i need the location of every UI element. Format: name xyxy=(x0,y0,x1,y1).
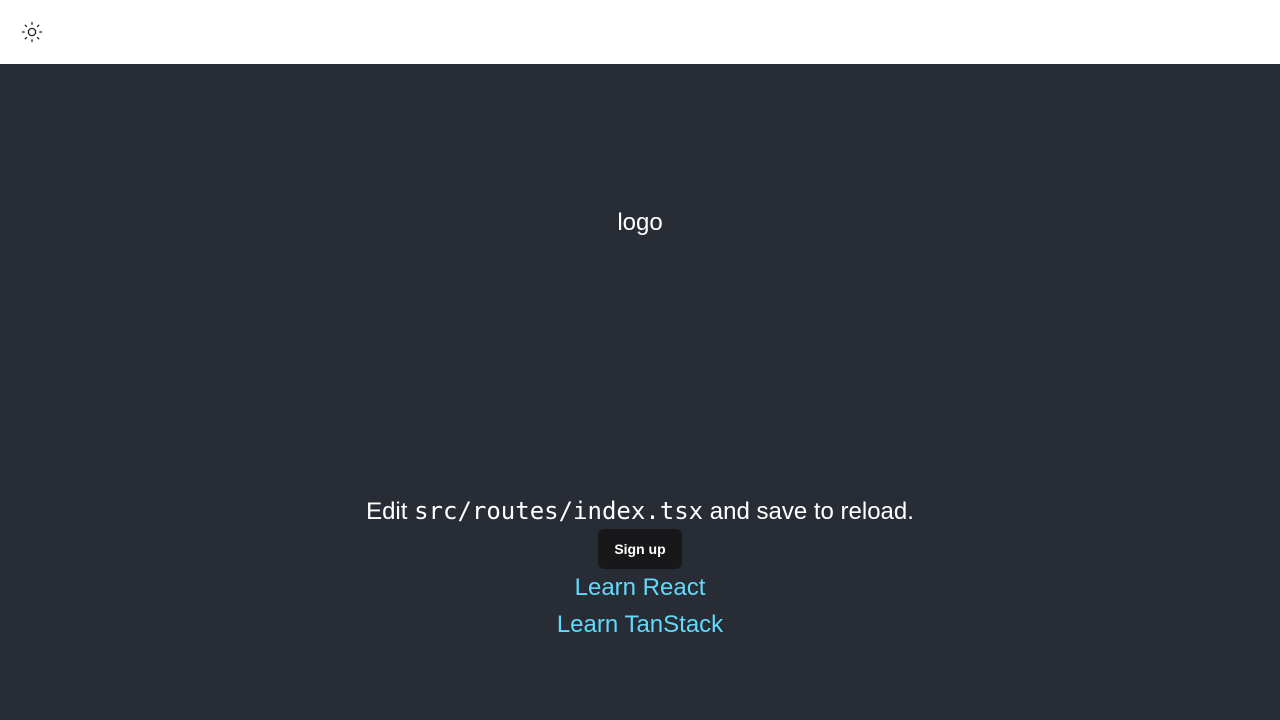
content-column: Edit src/routes/index.tsx and save to re… xyxy=(0,494,1280,643)
edit-instructions: Edit src/routes/index.tsx and save to re… xyxy=(366,494,914,529)
learn-react-link[interactable]: Learn React xyxy=(575,569,706,606)
app-logo: logo xyxy=(617,209,663,236)
learn-tanstack-link[interactable]: Learn TanStack xyxy=(557,606,723,643)
theme-toggle-button[interactable] xyxy=(16,17,48,49)
edit-prefix: Edit xyxy=(366,498,415,525)
sign-up-button[interactable]: Sign up xyxy=(598,529,682,569)
edit-suffix: and save to reload. xyxy=(703,498,914,525)
sun-icon xyxy=(21,21,43,46)
top-bar xyxy=(0,0,1280,64)
main-content: logo Edit src/routes/index.tsx and save … xyxy=(0,64,1280,720)
file-path-code: src/routes/index.tsx xyxy=(414,497,704,525)
